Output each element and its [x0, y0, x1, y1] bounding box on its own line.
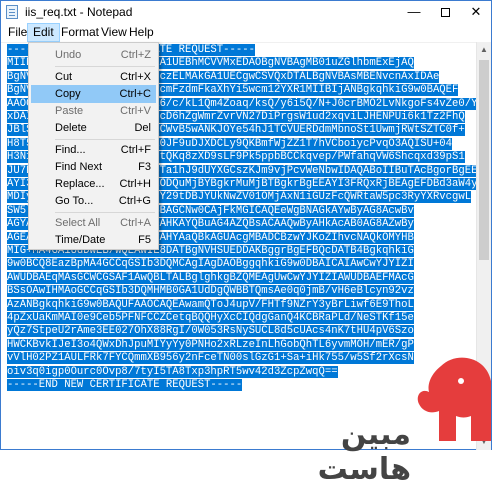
elephant-logo-icon [417, 357, 491, 441]
menu-item-cut[interactable]: Cut Ctrl+X [31, 68, 156, 86]
editor-line: oiv3q0igp0Ourc0Ovp8/7tyI5TA8Txp3hpRT5wv4… [7, 365, 338, 378]
menu-item-undo[interactable]: Undo Ctrl+Z [31, 46, 156, 64]
editor-line: AWUDBAEqMAsGCWCGSAF1AwQBLTALBglghkgBZQME… [7, 271, 414, 284]
brand-wordmark: مبین هاست [317, 417, 411, 487]
close-button[interactable]: ✕ [461, 1, 491, 23]
menu-item-time-date[interactable]: Time/Date F5 [31, 231, 156, 249]
editor-line: BSsOAwIHMAoGCCqGSIb3DQMHMB0GA1UdDgQWBBTQ… [7, 285, 414, 298]
menu-bar: File Edit Format View Help [1, 23, 491, 43]
editor-line: -----END NEW CERTIFICATE REQUEST----- [7, 379, 243, 391]
menu-help[interactable]: Help [124, 23, 159, 42]
menu-item-find-next[interactable]: Find Next F3 [31, 158, 156, 176]
menu-item-delete[interactable]: Delete Del [31, 119, 156, 137]
menu-item-copy[interactable]: Copy Ctrl+C [31, 85, 156, 103]
notepad-window: iis_req.txt - Notepad — ✕ File Edit Form… [0, 0, 492, 487]
menu-item-go-to[interactable]: Go To... Ctrl+G [31, 192, 156, 210]
scrollbar-thumb[interactable] [479, 60, 489, 260]
editor-line: HWCKBvkIJeI3o4QWxDhJpuMIYyYy0PNHo2xRLzeI… [7, 338, 414, 351]
window-title: iis_req.txt - Notepad [25, 5, 133, 19]
notepad-icon [6, 5, 18, 19]
scroll-up-icon[interactable]: ▲ [477, 42, 491, 58]
minimize-button[interactable]: — [399, 1, 429, 23]
menu-separator [55, 212, 155, 213]
title-bar[interactable]: iis_req.txt - Notepad — ✕ [1, 1, 491, 23]
editor-line: yQz7StpeU2rAme3EE027OhX88RgI/0W053RsNySU… [7, 325, 414, 338]
menu-item-select-all[interactable]: Select All Ctrl+A [31, 214, 156, 232]
menu-item-replace[interactable]: Replace... Ctrl+H [31, 175, 156, 193]
maximize-icon [440, 8, 450, 18]
edit-menu-dropdown: Undo Ctrl+Z Cut Ctrl+X Copy Ctrl+C Paste Ctr… [28, 42, 159, 250]
editor-line: 4pZxUaKmMAI0e9Ceb5PFNFCCZCetqBQQHyXcCIQd… [7, 312, 414, 324]
menu-separator [55, 66, 155, 67]
editor-line: vVlH02PZ1AULFRk7FYCQmmXB956y2nFceTN00slG… [7, 352, 414, 365]
maximize-button[interactable] [430, 1, 460, 23]
menu-edit[interactable]: Edit [27, 23, 60, 42]
editor-line: 9w0BCQ8EazBpMA4GCCqGSIb3DQMCAgIAgDAOBggq… [7, 258, 414, 271]
menu-item-find[interactable]: Find... Ctrl+F [31, 141, 156, 159]
menu-item-paste[interactable]: Paste Ctrl+V [31, 102, 156, 120]
editor-line: AzANBgkqhkiG9w0BAQUFAAOCAQEAwamQToJ4upV/… [7, 298, 414, 311]
menu-separator [55, 139, 155, 140]
